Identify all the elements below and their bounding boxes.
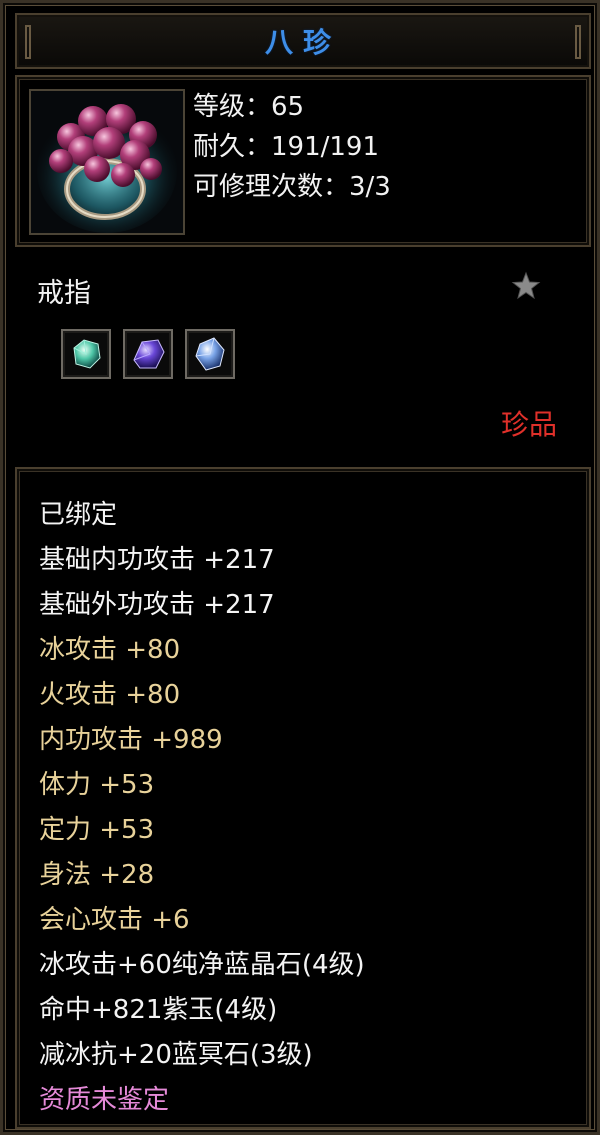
attributes-panel: 已绑定 基础内功攻击 +217 基础外功攻击 +217 冰攻击 +80 火攻击 …	[15, 467, 591, 1129]
attribute-line: 资质未鉴定	[39, 1085, 170, 1115]
level-text: 等级：65	[193, 92, 305, 122]
attribute-line: 命中+821紫玉(4级)	[39, 995, 278, 1025]
item-type: 戒指	[37, 278, 91, 309]
item-stats: 等级：65 耐久：191/191 可修理次数：3/3	[193, 87, 391, 207]
durability-text: 耐久：191/191	[193, 132, 380, 162]
attribute-line: 已绑定	[39, 500, 118, 530]
purple-jade-gem-icon	[133, 339, 165, 369]
item-quality: 珍品	[500, 408, 557, 441]
green-crystal-gem-icon	[73, 339, 101, 369]
gem-slot-1[interactable]	[61, 329, 111, 379]
gem-slot-3[interactable]	[185, 329, 235, 379]
attribute-line: 基础内功攻击 +217	[39, 545, 275, 575]
attribute-line: 火攻击 +80	[39, 680, 181, 710]
repair-count-text: 可修理次数：3/3	[193, 172, 391, 202]
attribute-line: 会心攻击 +6	[39, 905, 190, 935]
item-icon-frame	[29, 89, 185, 235]
item-tooltip: 八珍 等级：65 耐久：191/191 可修理次数：3/3 戒指 珍品 已绑定 …	[0, 0, 600, 1135]
ring-of-purple-pearls-icon	[31, 91, 183, 233]
attribute-line: 定力 +53	[39, 815, 155, 845]
title-ornament-right	[575, 25, 581, 59]
gem-slot-2[interactable]	[123, 329, 173, 379]
attribute-line: 减冰抗+20蓝冥石(3级)	[39, 1040, 313, 1070]
attribute-line: 身法 +28	[39, 860, 155, 890]
attribute-line: 冰攻击+60纯净蓝晶石(4级)	[39, 950, 365, 980]
attribute-line: 内功攻击 +989	[39, 725, 223, 755]
item-info-section: 戒指 珍品	[15, 253, 591, 463]
attribute-line: 基础外功攻击 +217	[39, 590, 275, 620]
item-header-panel: 等级：65 耐久：191/191 可修理次数：3/3	[15, 75, 591, 247]
attribute-list: 已绑定 基础内功攻击 +217 基础外功攻击 +217 冰攻击 +80 火攻击 …	[39, 493, 365, 1123]
blue-crystal-gem-icon	[195, 337, 225, 371]
star-icon[interactable]	[511, 271, 541, 301]
title-bar: 八珍	[15, 13, 591, 69]
attribute-line: 冰攻击 +80	[39, 635, 181, 665]
title-ornament-left	[25, 25, 31, 59]
attribute-line: 体力 +53	[39, 770, 155, 800]
item-name: 八珍	[264, 26, 341, 59]
